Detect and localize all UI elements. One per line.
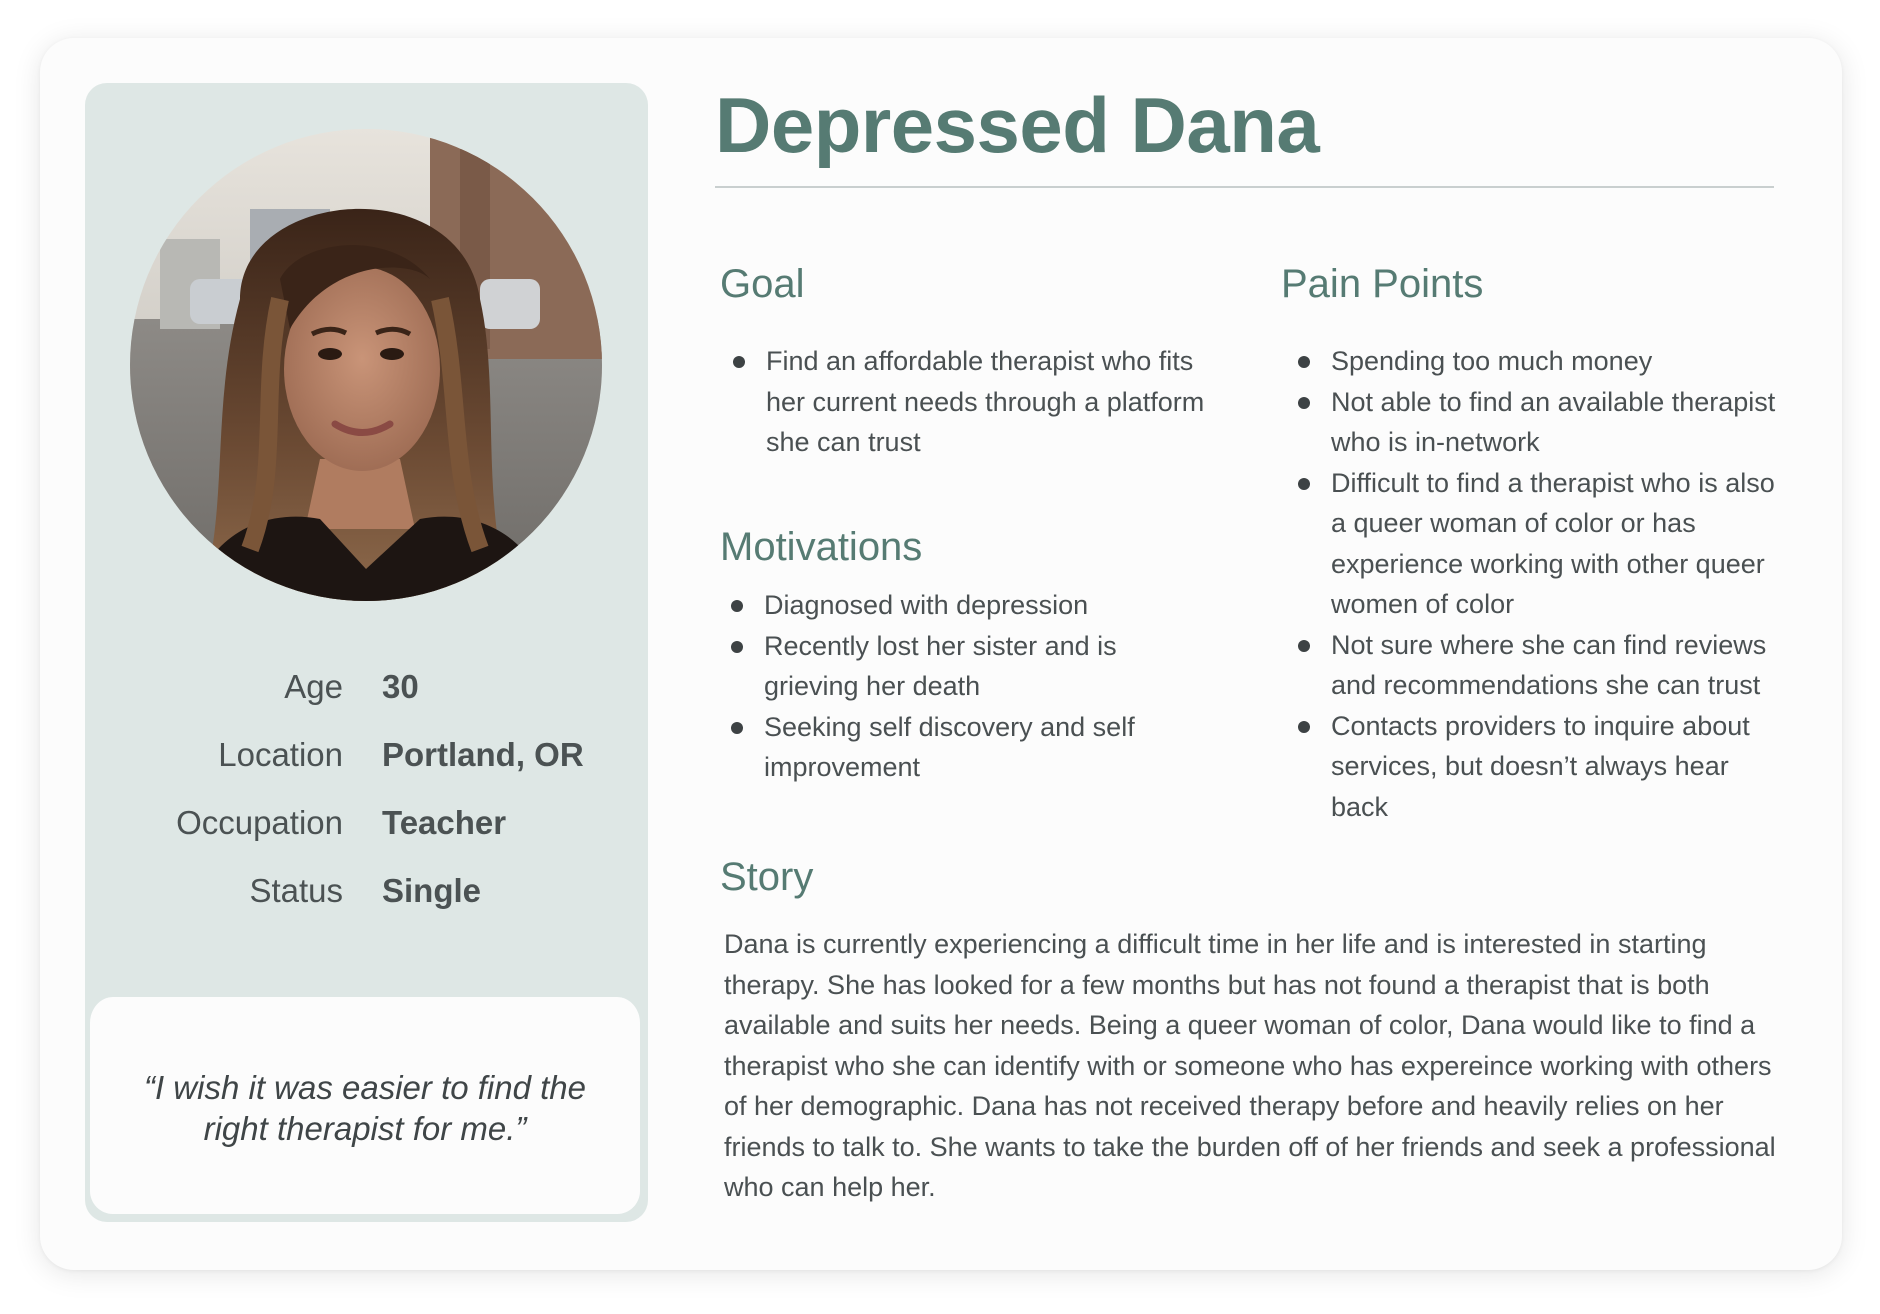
fact-label: Location: [218, 736, 343, 773]
list-item: Recently lost her sister and is grieving…: [719, 626, 1199, 707]
list-item: Not able to find an available therapist …: [1286, 382, 1786, 463]
bullet-icon: [1298, 639, 1310, 652]
bullet-icon: [1298, 477, 1310, 490]
list-item-text: Seeking self discovery and self improvem…: [764, 711, 1135, 783]
fact-location: Location Portland, OR: [85, 736, 648, 786]
bullet-icon: [1298, 356, 1310, 368]
list-item-text: Recently lost her sister and is grieving…: [764, 630, 1117, 702]
portrait-photo: [130, 129, 602, 601]
bullet-icon: [733, 356, 745, 368]
list-item-text: Diagnosed with depression: [764, 590, 1089, 620]
fact-occupation: Occupation Teacher: [85, 804, 648, 854]
list-item-text: Spending too much money: [1331, 346, 1653, 376]
pain-points-heading: Pain Points: [1281, 262, 1484, 306]
list-item-text: Not sure where she can find reviews and …: [1331, 629, 1767, 701]
fact-value: Single: [382, 872, 482, 909]
bullet-icon: [1298, 396, 1310, 409]
bullet-icon: [1298, 720, 1310, 733]
story-text: Dana is currently experiencing a difficu…: [724, 929, 1776, 1202]
title-divider: [715, 186, 1774, 188]
list-item: Contacts providers to inquire about serv…: [1286, 706, 1786, 828]
goal-heading: Goal: [720, 262, 805, 306]
bullet-icon: [731, 721, 743, 734]
list-item-text: Not able to find an available therapist …: [1331, 386, 1776, 458]
list-item: Seeking self discovery and self improvem…: [719, 707, 1199, 788]
goal-list: Find an affordable therapist who fits he…: [721, 341, 1221, 463]
bullet-icon: [731, 600, 743, 612]
fact-value: Portland, OR: [382, 736, 584, 773]
story-heading: Story: [720, 855, 814, 899]
list-item-text: Find an affordable therapist who fits he…: [766, 346, 1205, 457]
fact-value: Teacher: [382, 804, 507, 841]
list-item: Difficult to find a therapist who is als…: [1286, 463, 1786, 625]
persona-quote: “I wish it was easier to find the right …: [143, 1069, 587, 1147]
motivations-heading: Motivations: [720, 525, 923, 569]
bullet-icon: [731, 640, 743, 653]
pain-points-list: Spending too much money Not able to find…: [1286, 341, 1786, 827]
fact-age: Age 30: [85, 668, 648, 718]
list-item: Not sure where she can find reviews and …: [1286, 625, 1786, 706]
list-item-text: Contacts providers to inquire about serv…: [1331, 710, 1750, 822]
fact-value: 30: [382, 668, 419, 705]
fact-label: Occupation: [176, 804, 343, 841]
motivations-list: Diagnosed with depression Recently lost …: [719, 585, 1199, 788]
fact-label: Age: [284, 668, 343, 705]
quote-box: “I wish it was easier to find the right …: [87, 997, 643, 1217]
fact-status: Status Single: [85, 872, 648, 922]
fact-label: Status: [249, 872, 343, 909]
list-item: Spending too much money: [1286, 341, 1786, 382]
avatar: [130, 129, 602, 601]
list-item: Find an affordable therapist who fits he…: [721, 341, 1221, 463]
persona-name: Depressed Dana: [715, 81, 1320, 169]
list-item-text: Difficult to find a therapist who is als…: [1331, 467, 1775, 620]
list-item: Diagnosed with depression: [719, 585, 1199, 626]
